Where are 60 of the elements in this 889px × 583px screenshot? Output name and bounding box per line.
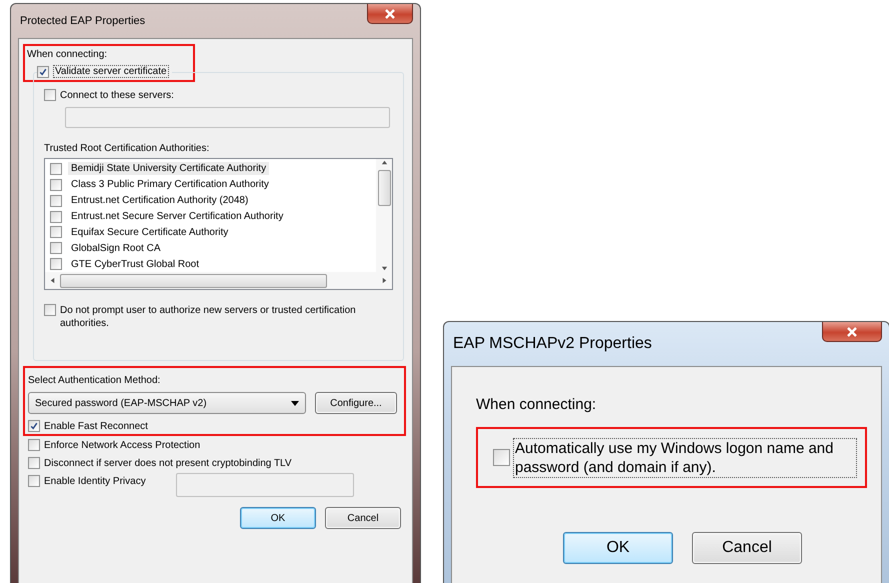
- checkmark-icon: [30, 422, 38, 430]
- checkbox[interactable]: [28, 457, 40, 469]
- checkbox[interactable]: [50, 178, 62, 191]
- vertical-scrollbar[interactable]: [376, 159, 392, 272]
- checkbox-label[interactable]: Enforce Network Access Protection: [44, 440, 200, 450]
- list-item[interactable]: Entrust.net Secure Server Certification Authority: [68, 210, 286, 223]
- checkbox[interactable]: [50, 242, 62, 254]
- configure-button[interactable]: Configure...: [315, 392, 397, 414]
- checkmark-icon: [39, 68, 47, 76]
- checkbox-label[interactable]: Validate server certificate: [53, 65, 169, 78]
- list-item[interactable]: Entrust.net Certification Authority (2048): [68, 194, 252, 208]
- dialog-button[interactable]: OK: [240, 507, 316, 529]
- checkbox[interactable]: [50, 226, 62, 238]
- window-title: EAP MSCHAPv2 Properties: [452, 335, 652, 353]
- section-label: Select Authentication Method:: [28, 375, 162, 386]
- checkbox[interactable]: [44, 89, 56, 101]
- checkbox[interactable]: [50, 194, 62, 207]
- scroll-thumb[interactable]: [378, 170, 390, 206]
- list-item[interactable]: Class 3 Public Primary Certification Authority: [68, 178, 272, 192]
- checkbox-label[interactable]: Disconnect if server does not present cryptobinding TLV: [44, 458, 292, 468]
- checkbox-label[interactable]: Automatically use my Windows logon name and password (and domain if any).: [513, 438, 857, 478]
- scroll-up-icon[interactable]: [380, 159, 388, 166]
- dialog-button[interactable]: OK: [563, 532, 673, 564]
- scroll-right-icon[interactable]: [381, 277, 388, 284]
- dropdown-value: Secured password (EAP-MSCHAP v2): [35, 398, 207, 408]
- checkbox[interactable]: [37, 66, 49, 78]
- horizontal-scrollbar[interactable]: [45, 272, 392, 289]
- checkbox[interactable]: [44, 304, 56, 316]
- servers-field[interactable]: [65, 107, 390, 128]
- scroll-thumb[interactable]: [60, 274, 327, 288]
- checkbox-label[interactable]: Do not prompt user to authorize new servers or trusted certification authorities.: [60, 304, 360, 330]
- checkbox-label[interactable]: Enable Fast Reconnect: [44, 420, 148, 432]
- section-label: When connecting:: [27, 49, 108, 60]
- caret-icon: [291, 400, 299, 406]
- checkbox[interactable]: [50, 258, 62, 270]
- list-item[interactable]: Bemidji State University Certificate Authority: [68, 162, 270, 176]
- list-label: Trusted Root Certification Authorities:: [44, 143, 210, 154]
- section-label: When connecting:: [476, 396, 598, 413]
- identity-field[interactable]: [176, 473, 354, 497]
- list-item[interactable]: GlobalSign Root CA: [68, 242, 164, 255]
- close-icon: [846, 326, 858, 336]
- window-title: Protected EAP Properties: [19, 15, 146, 27]
- checkbox-label[interactable]: Connect to these servers:: [60, 90, 174, 100]
- close-button[interactable]: [822, 322, 882, 342]
- list-item[interactable]: GTE CyberTrust Global Root: [68, 258, 202, 271]
- method-dropdown[interactable]: Secured password (EAP-MSCHAP v2): [28, 392, 306, 414]
- checkbox[interactable]: [28, 420, 40, 432]
- checkbox[interactable]: [50, 210, 62, 222]
- authorities-list[interactable]: [44, 158, 393, 290]
- dialog-button[interactable]: Cancel: [692, 532, 802, 564]
- checkbox[interactable]: [28, 439, 40, 451]
- checkbox[interactable]: [50, 162, 62, 175]
- scroll-left-icon[interactable]: [49, 277, 56, 284]
- dialog-button[interactable]: Cancel: [325, 507, 401, 529]
- list-item[interactable]: Equifax Secure Certificate Authority: [68, 226, 232, 239]
- checkbox-label[interactable]: Enable Identity Privacy: [44, 476, 146, 486]
- checkbox[interactable]: [28, 475, 40, 487]
- checkbox[interactable]: [493, 449, 510, 466]
- close-icon: [384, 8, 396, 18]
- close-button[interactable]: [367, 4, 413, 24]
